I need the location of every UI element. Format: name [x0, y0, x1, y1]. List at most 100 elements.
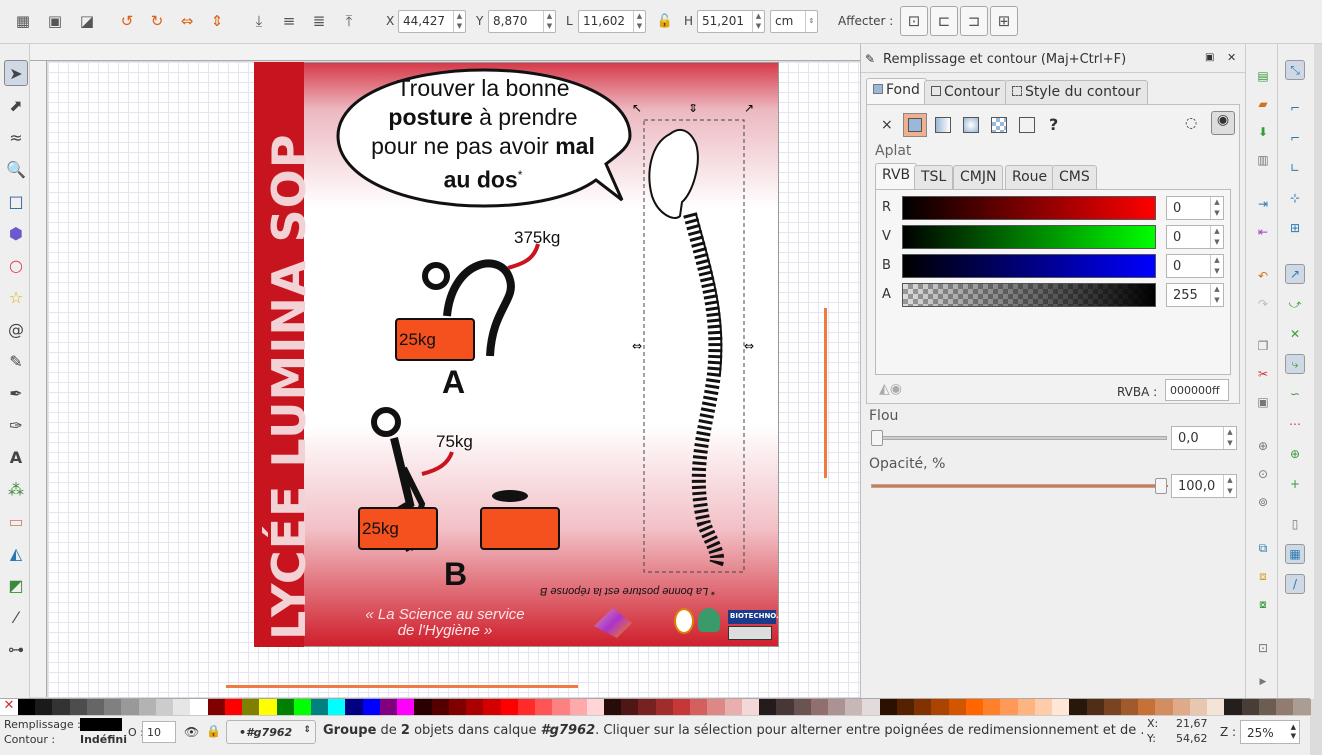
dropper-tool-icon[interactable]: ⁄: [4, 604, 28, 630]
a-input[interactable]: 255 ▲ ▼: [1166, 283, 1224, 307]
palette-swatch[interactable]: [569, 699, 587, 715]
b-slider[interactable]: [902, 254, 1156, 278]
layer-select[interactable]: •#g7962 ⇕: [226, 720, 316, 744]
palette-swatch[interactable]: [845, 699, 863, 715]
palette-swatch[interactable]: [724, 699, 742, 715]
palette-swatch[interactable]: [52, 699, 70, 715]
palette-swatch[interactable]: [776, 699, 794, 715]
snap-object-centers-icon[interactable]: ⊕: [1285, 444, 1305, 464]
r-input[interactable]: 0 ▲ ▼: [1166, 196, 1224, 220]
spin-arrows-icon[interactable]: ▲ ▼: [1223, 427, 1236, 449]
connector-tool-icon[interactable]: ⊶: [4, 636, 28, 662]
tab-cmyk[interactable]: CMJN: [953, 165, 1004, 189]
opacity-input[interactable]: 100,0 ▲ ▼: [1171, 474, 1237, 498]
palette-swatch[interactable]: [1276, 699, 1294, 715]
palette-swatch[interactable]: [190, 699, 208, 715]
duplicate-icon[interactable]: ⧉: [1253, 538, 1273, 558]
move-gradients-button[interactable]: ⊐: [960, 6, 988, 36]
more-icon[interactable]: ▶: [1253, 672, 1273, 692]
palette-swatch[interactable]: [810, 699, 829, 715]
export-icon[interactable]: ⇤: [1253, 222, 1273, 242]
deselect-icon[interactable]: ◪: [74, 8, 100, 34]
palette-swatch[interactable]: [276, 699, 294, 715]
unlink-clone-icon[interactable]: ⧇: [1253, 594, 1273, 614]
palette-swatch[interactable]: [121, 699, 139, 715]
swatch-icon[interactable]: [1019, 117, 1035, 133]
palette-swatch[interactable]: [1103, 699, 1121, 715]
zoom-selection-icon[interactable]: ⊕: [1253, 436, 1273, 456]
spin-arrows-icon[interactable]: ▲ ▼: [633, 11, 645, 32]
snap-rotation-center-icon[interactable]: +: [1285, 474, 1305, 494]
palette-swatch[interactable]: [638, 699, 656, 715]
gradient-tool-icon[interactable]: ◩: [4, 572, 28, 598]
spin-arrows-icon[interactable]: ▲ ▼: [1210, 284, 1223, 306]
palette-swatch[interactable]: [1052, 699, 1070, 715]
palette-swatch[interactable]: [586, 699, 604, 715]
lower-to-bottom-icon[interactable]: ⤓: [246, 8, 272, 34]
unset-paint-icon[interactable]: ?: [1049, 115, 1058, 134]
palette-swatch[interactable]: [879, 699, 897, 715]
palette-swatch[interactable]: [793, 699, 811, 715]
snap-page-border-icon[interactable]: ▯: [1285, 514, 1305, 534]
palette-swatch[interactable]: [379, 699, 398, 715]
flat-color-button[interactable]: [903, 113, 927, 137]
a-slider[interactable]: [902, 283, 1156, 307]
palette-swatch[interactable]: [517, 699, 536, 715]
copy-icon[interactable]: ❐: [1253, 336, 1273, 356]
palette-swatch[interactable]: [259, 699, 277, 715]
palette-swatch[interactable]: [1121, 699, 1139, 715]
x-input[interactable]: 44,427 ▲ ▼: [398, 10, 466, 33]
import-icon[interactable]: ⇥: [1253, 194, 1273, 214]
snap-enable-icon[interactable]: ⤡: [1285, 60, 1305, 80]
bucket-tool-icon[interactable]: ◭: [4, 540, 28, 566]
spin-arrows-icon[interactable]: ▲ ▼: [543, 11, 555, 32]
eye-icon[interactable]: 👁: [184, 725, 199, 739]
calligraphy-tool-icon[interactable]: ✑: [4, 412, 28, 438]
snap-bbox-midpoints-icon[interactable]: ⊹: [1285, 188, 1305, 208]
palette-swatch[interactable]: [1138, 699, 1156, 715]
tab-hsl[interactable]: TSL: [914, 165, 954, 189]
tab-stroke-style[interactable]: Style du contour: [1005, 80, 1148, 104]
tab-stroke[interactable]: Contour: [924, 80, 1007, 104]
palette-swatch[interactable]: [690, 699, 708, 715]
spiral-tool-icon[interactable]: @: [4, 316, 28, 342]
raise-icon[interactable]: ≣: [306, 8, 332, 34]
palette-swatch[interactable]: [1034, 699, 1053, 715]
group-icon[interactable]: ⊡: [1253, 638, 1273, 658]
palette-swatch[interactable]: [414, 699, 432, 715]
save-icon[interactable]: ⬇: [1253, 122, 1273, 142]
snap-smooth-nodes-icon[interactable]: ∽: [1285, 384, 1305, 404]
palette-swatch[interactable]: [397, 699, 415, 715]
pen-tool-icon[interactable]: ✒: [4, 380, 28, 406]
palette-swatch[interactable]: [69, 699, 87, 715]
palette-swatch[interactable]: [1293, 699, 1311, 715]
open-icon[interactable]: ▰: [1253, 94, 1273, 114]
palette-swatch[interactable]: [1241, 699, 1259, 715]
horizontal-scrollbar[interactable]: [226, 685, 578, 688]
palette-swatch[interactable]: [207, 699, 225, 715]
close-icon[interactable]: ✕: [1227, 51, 1236, 64]
palette-swatch[interactable]: [983, 699, 1001, 715]
select-all-layers-icon[interactable]: ▣: [42, 8, 68, 34]
spin-arrows-icon[interactable]: ▲ ▼: [1223, 475, 1236, 497]
opacity-slider-handle[interactable]: [1155, 478, 1167, 494]
blur-slider[interactable]: [871, 436, 1167, 440]
palette-swatch[interactable]: [1207, 699, 1225, 715]
vertical-ruler[interactable]: [30, 61, 47, 697]
blur-input[interactable]: 0,0 ▲ ▼: [1171, 426, 1237, 450]
undo-icon[interactable]: ↶: [1253, 266, 1273, 286]
palette-swatch[interactable]: [310, 699, 329, 715]
palette-swatch[interactable]: [931, 699, 949, 715]
palette-swatch[interactable]: [672, 699, 691, 715]
palette-swatch[interactable]: [1086, 699, 1104, 715]
palette-swatch[interactable]: [862, 699, 880, 715]
palette-swatch[interactable]: [552, 699, 570, 715]
spin-arrows-icon[interactable]: ▲ ▼: [1210, 255, 1223, 277]
snap-guide-icon[interactable]: /: [1285, 574, 1305, 594]
flip-horizontal-icon[interactable]: ⇔: [174, 8, 200, 34]
palette-swatch[interactable]: [466, 699, 484, 715]
zoom-drawing-icon[interactable]: ⊙: [1253, 464, 1273, 484]
stroke-value[interactable]: Indéfini: [80, 733, 127, 746]
print-icon[interactable]: ▥: [1253, 150, 1273, 170]
palette-swatch[interactable]: [1069, 699, 1087, 715]
